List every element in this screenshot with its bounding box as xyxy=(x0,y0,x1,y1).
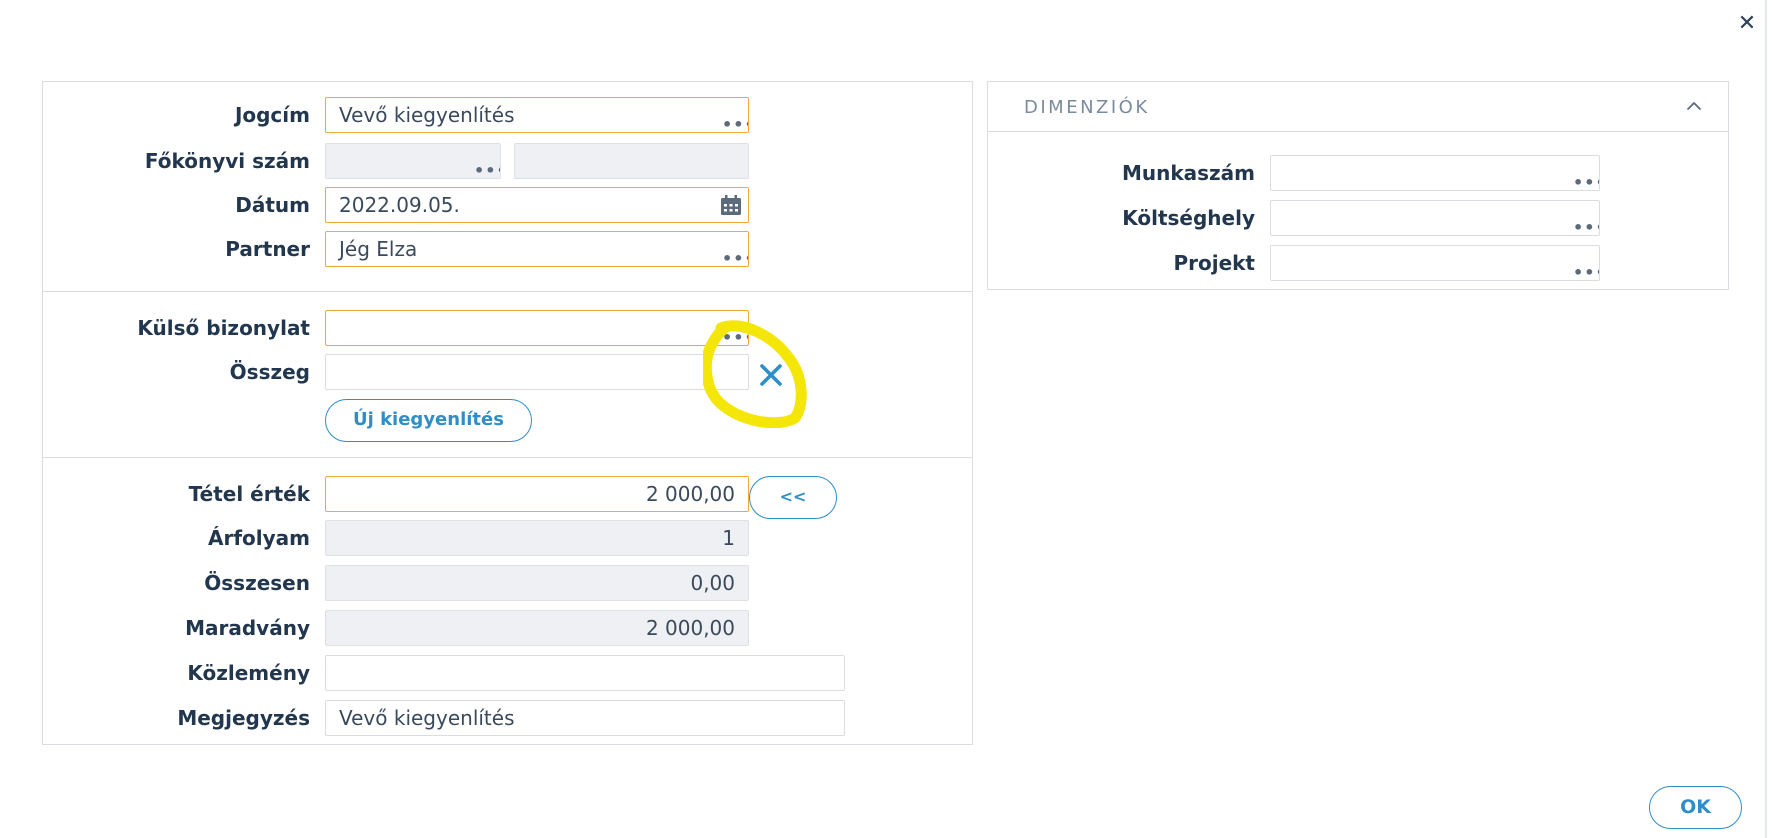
lookup-dots-icon[interactable]: ••• xyxy=(1573,265,1599,281)
partner-field[interactable]: Jég Elza ••• xyxy=(325,231,749,267)
osszeg-label: Összeg xyxy=(229,360,310,384)
new-settlement-button[interactable]: Új kiegyenlítés xyxy=(325,399,532,442)
chevron-up-icon[interactable] xyxy=(1685,99,1703,113)
calendar-icon[interactable] xyxy=(720,195,742,216)
megjegyzes-value: Vevő kiegyenlítés xyxy=(339,706,515,730)
kulso-bizonylat-field[interactable]: ••• xyxy=(325,310,749,346)
lookup-dots-icon[interactable]: ••• xyxy=(722,251,748,267)
datum-label: Dátum xyxy=(235,193,310,217)
megjegyzes-field[interactable]: Vevő kiegyenlítés xyxy=(325,700,845,736)
dimensions-title: DIMENZIÓK xyxy=(1024,97,1150,118)
osszeg-field[interactable] xyxy=(325,354,749,390)
tetel-ertek-field[interactable]: 2 000,00 xyxy=(325,476,749,512)
projekt-label: Projekt xyxy=(1173,251,1255,275)
fokonyvi-name-field xyxy=(514,143,749,179)
lookup-dots-icon[interactable]: ••• xyxy=(1573,220,1599,236)
jogcim-field[interactable]: Vevő kiegyenlítés ••• xyxy=(325,97,749,133)
copy-back-button[interactable]: << xyxy=(749,476,837,519)
jogcim-label: Jogcím xyxy=(234,103,310,127)
dimensions-divider xyxy=(988,131,1728,132)
jogcim-value: Vevő kiegyenlítés xyxy=(339,103,515,127)
datum-value: 2022.09.05. xyxy=(339,193,460,217)
kulso-bizonylat-label: Külső bizonylat xyxy=(137,316,310,340)
megjegyzes-label: Megjegyzés xyxy=(177,706,310,730)
tetel-ertek-value: 2 000,00 xyxy=(645,482,735,506)
tetel-ertek-label: Tétel érték xyxy=(188,482,310,506)
koltseghely-field[interactable]: ••• xyxy=(1270,200,1600,236)
projekt-field[interactable]: ••• xyxy=(1270,245,1600,281)
fokonyvi-field[interactable]: ••• xyxy=(325,143,501,179)
maradvany-label: Maradvány xyxy=(185,616,310,640)
osszesen-value: 0,00 xyxy=(690,571,735,595)
arfolyam-field: 1 xyxy=(325,520,749,556)
datum-field[interactable]: 2022.09.05. xyxy=(325,187,749,223)
lookup-dots-icon[interactable]: ••• xyxy=(474,163,500,179)
lookup-dots-icon[interactable]: ••• xyxy=(1573,175,1599,191)
munkaszam-field[interactable]: ••• xyxy=(1270,155,1600,191)
munkaszam-label: Munkaszám xyxy=(1121,161,1255,185)
osszesen-field: 0,00 xyxy=(325,565,749,601)
section-divider xyxy=(43,291,972,292)
ok-button[interactable]: OK xyxy=(1649,786,1742,829)
kozlemeny-label: Közlemény xyxy=(187,661,310,685)
fokonyvi-label: Főkönyvi szám xyxy=(144,149,310,173)
scrollbar[interactable] xyxy=(1765,0,1767,838)
maradvany-value: 2 000,00 xyxy=(645,616,735,640)
kozlemeny-field[interactable] xyxy=(325,655,845,691)
osszesen-label: Összesen xyxy=(204,571,310,595)
arfolyam-value: 1 xyxy=(722,526,735,550)
partner-value: Jég Elza xyxy=(339,237,418,261)
lookup-dots-icon[interactable]: ••• xyxy=(722,117,748,133)
partner-label: Partner xyxy=(225,237,310,261)
arfolyam-label: Árfolyam xyxy=(207,526,310,550)
koltseghely-label: Költséghely xyxy=(1122,206,1255,230)
section-divider xyxy=(43,457,972,458)
close-icon[interactable]: ✕ xyxy=(1735,10,1759,38)
highlight-circle xyxy=(703,320,807,428)
maradvany-field: 2 000,00 xyxy=(325,610,749,646)
